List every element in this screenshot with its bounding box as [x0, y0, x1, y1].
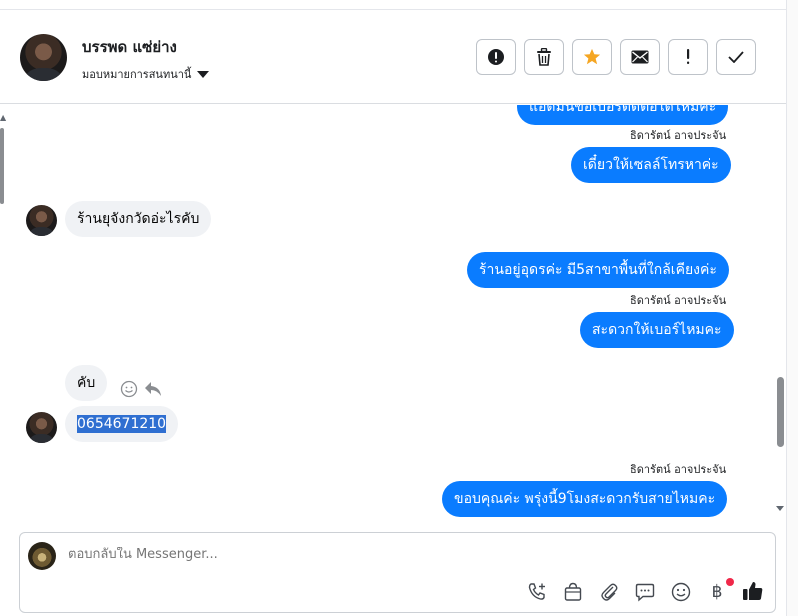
- reply-icon[interactable]: [143, 380, 163, 398]
- assign-conversation-dropdown[interactable]: มอบหมายการสนทนานี้: [82, 65, 210, 83]
- mark-done-button[interactable]: [716, 39, 756, 75]
- incoming-message[interactable]: ร้านยุจังกวัดอ่ะไรคับ: [65, 201, 212, 237]
- contact-avatar-small[interactable]: [26, 412, 57, 443]
- sender-label: ธิดารัตน์ อาจประจัน: [630, 129, 727, 142]
- message-list[interactable]: แอดมินขอเบอร์ติดต่อได้ไหมคะ ธิดารัตน์ อา…: [0, 105, 786, 520]
- outgoing-message[interactable]: เดี๋ยวให้เซลล์โทรหาค่ะ: [571, 147, 731, 183]
- scroll-down-arrow-icon[interactable]: [776, 506, 784, 511]
- sender-label: ธิดารัตน์ อาจประจัน: [630, 294, 727, 307]
- shopping-bag-icon: [564, 582, 582, 601]
- emoji-button[interactable]: [670, 581, 692, 603]
- outgoing-message[interactable]: แอดมินขอเบอร์ติดต่อได้ไหมคะ: [517, 105, 729, 125]
- assign-conversation-label: มอบหมายการสนทนานี้: [82, 68, 192, 81]
- mark-unread-button[interactable]: [620, 39, 660, 75]
- smiley-icon: [671, 582, 691, 602]
- message-scrollbar[interactable]: [775, 105, 786, 520]
- check-icon: [728, 51, 744, 63]
- contact-avatar-small[interactable]: [26, 205, 57, 236]
- saved-replies-button[interactable]: [634, 581, 656, 603]
- reply-input[interactable]: [68, 547, 568, 562]
- sender-label: ธิดารัตน์ อาจประจัน: [630, 463, 727, 476]
- notification-dot: [726, 578, 734, 586]
- react-smiley-icon[interactable]: [120, 380, 138, 398]
- payment-button[interactable]: ฿: [706, 581, 728, 603]
- shop-button[interactable]: [562, 581, 584, 603]
- delete-button[interactable]: [524, 39, 564, 75]
- contact-avatar[interactable]: [20, 34, 67, 81]
- paperclip-icon: [601, 583, 618, 601]
- exclamation-icon: [687, 49, 690, 64]
- follow-up-button[interactable]: [668, 39, 708, 75]
- star-icon: [583, 48, 601, 65]
- page-avatar: [28, 542, 56, 570]
- baht-currency-icon: ฿: [711, 582, 723, 602]
- caret-down-icon: [197, 71, 210, 78]
- phone-plus-icon: [528, 583, 545, 600]
- window-top-border: [0, 0, 798, 10]
- contact-name[interactable]: บรรพด แซ่ย่าง: [82, 35, 177, 59]
- spam-button[interactable]: [476, 39, 516, 75]
- trash-icon: [537, 48, 551, 66]
- reply-composer[interactable]: ฿: [19, 532, 776, 613]
- conversation-header: บรรพด แซ่ย่าง มอบหมายการสนทนานี้: [0, 10, 786, 104]
- outgoing-message[interactable]: สะดวกให้เบอร์ไหมคะ: [580, 312, 734, 348]
- window-right-edge: [786, 0, 798, 616]
- selected-phone-number[interactable]: 0654671210: [77, 415, 167, 433]
- send-like-button[interactable]: [741, 579, 765, 603]
- message-scrollbar-thumb[interactable]: [777, 377, 784, 447]
- outgoing-message[interactable]: ขอบคุณค่ะ พรุ่งนี้9โมงสะดวกรับสายไหมคะ: [442, 481, 728, 517]
- incoming-message[interactable]: คับ: [65, 365, 108, 401]
- envelope-icon: [631, 50, 649, 64]
- chat-bubble-icon: [635, 583, 655, 602]
- alert-circle-icon: [488, 49, 504, 65]
- incoming-message[interactable]: 0654671210: [65, 406, 179, 442]
- outgoing-message[interactable]: ร้านอยู่อุดรค่ะ มี5สาขาพื้นที่ใกล้เคียงค…: [467, 252, 729, 288]
- thumbs-up-icon: [743, 582, 763, 600]
- star-button[interactable]: [572, 39, 612, 75]
- attach-button[interactable]: [598, 581, 620, 603]
- call-button[interactable]: [526, 581, 548, 603]
